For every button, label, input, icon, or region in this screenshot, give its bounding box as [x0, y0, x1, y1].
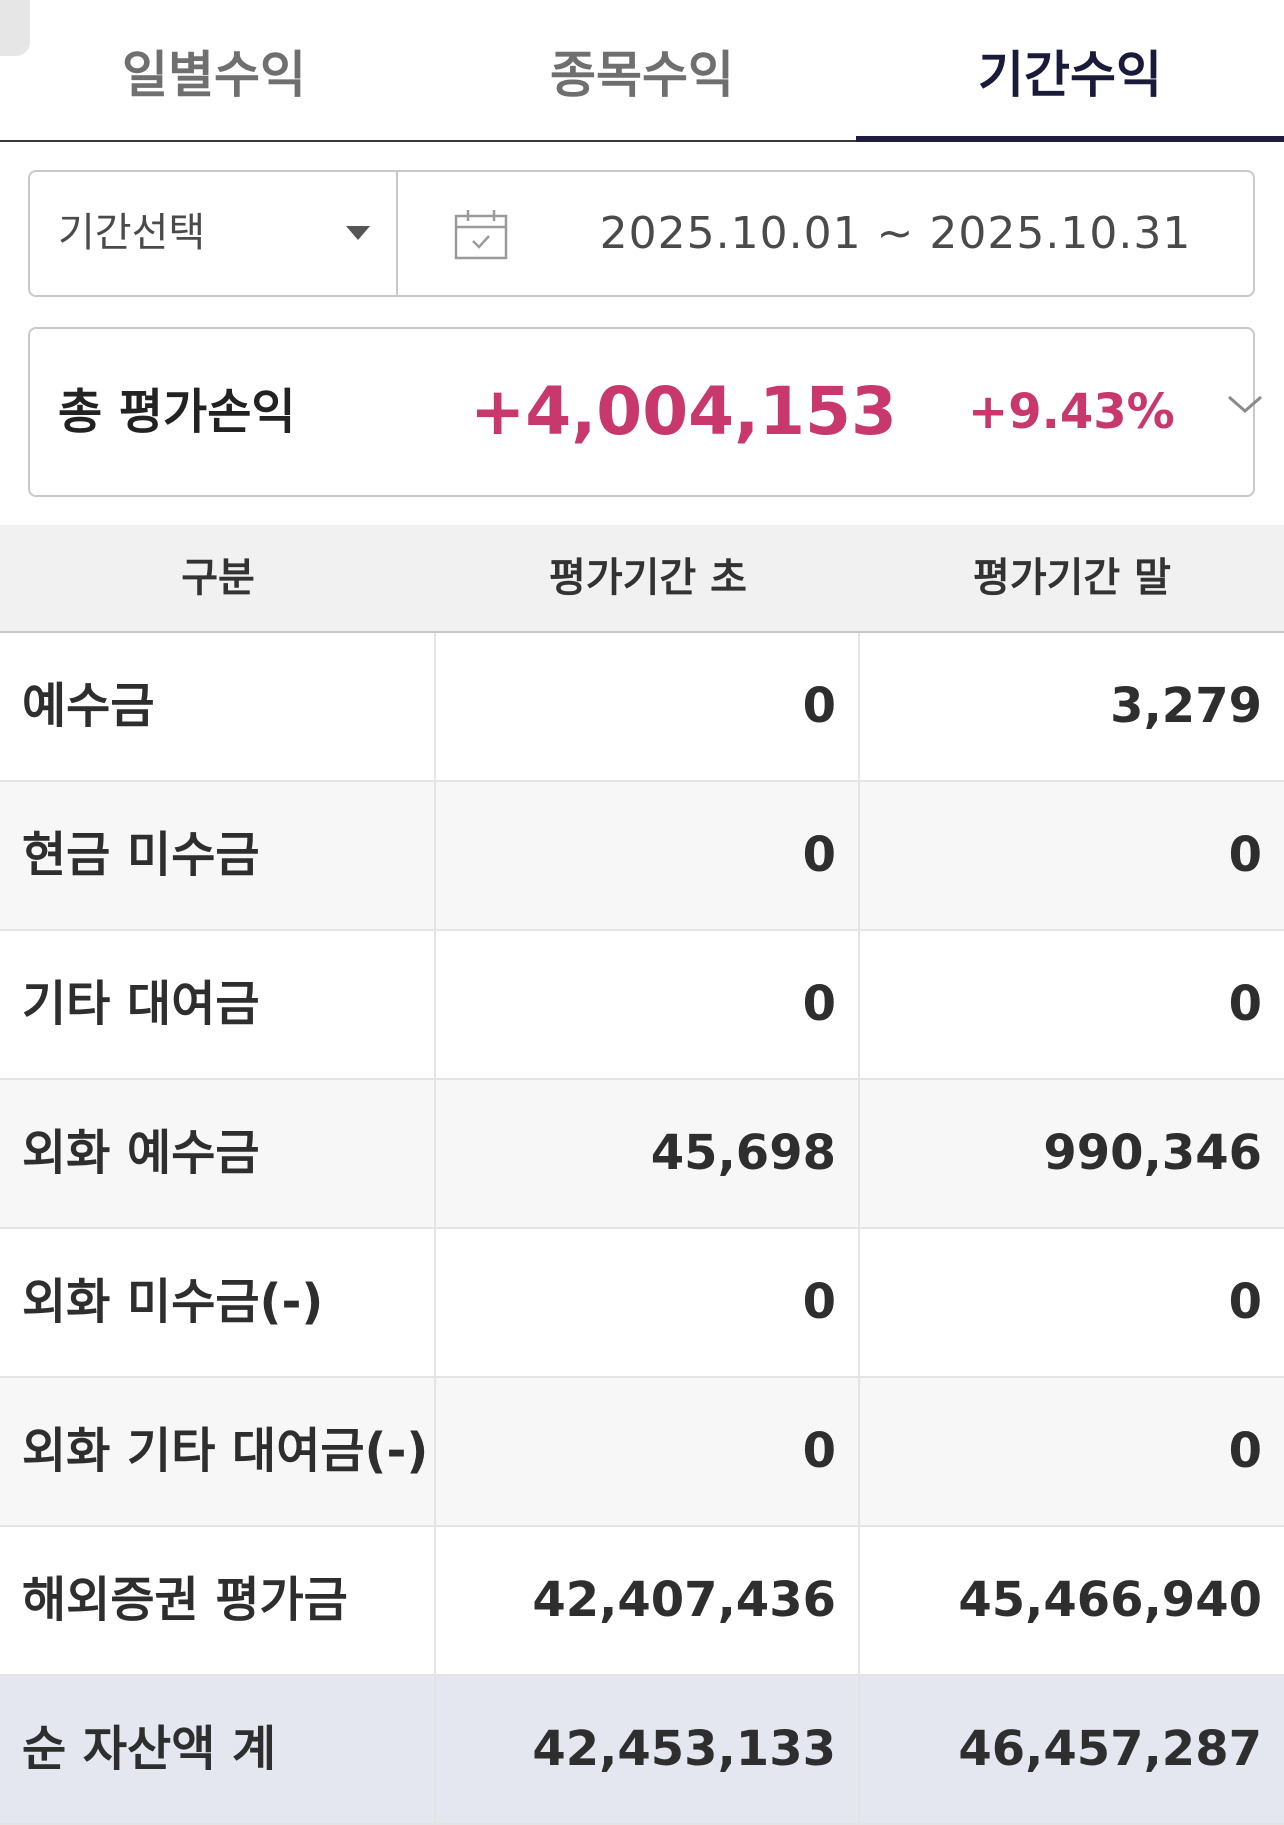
table-row: 예수금 0 3,279 — [0, 633, 1284, 782]
row-end-value: 0 — [1228, 1274, 1262, 1330]
row-start-value: 0 — [436, 782, 860, 929]
table-row-total: 순 자산액 계 42,453,133 46,457,287 — [0, 1676, 1284, 1825]
header-period-start: 평가기간 초 — [549, 555, 747, 601]
table-row: 해외증권 평가금 42,407,436 45,466,940 — [0, 1527, 1284, 1676]
date-range-text: 2025.10.01 ~ 2025.10.31 — [599, 208, 1192, 259]
row-label: 예수금 — [0, 633, 436, 780]
total-profit-percent: +9.43% — [968, 384, 1175, 440]
row-start-value: 45,698 — [436, 1080, 860, 1227]
row-start-value: 0 — [436, 931, 860, 1078]
row-start-value: 0 — [436, 1378, 860, 1525]
row-start-value: 0 — [436, 1229, 860, 1376]
row-end-value: 45,466,940 — [958, 1572, 1262, 1628]
row-end-value: 0 — [1228, 1423, 1262, 1479]
chevron-down-icon[interactable] — [1225, 389, 1265, 419]
tab-bar: 일별수익 종목수익 기간수익 — [0, 0, 1284, 142]
tab-daily-profit[interactable]: 일별수익 — [0, 0, 428, 142]
table-row: 외화 예수금 45,698 990,346 — [0, 1080, 1284, 1229]
total-profit-summary[interactable]: 총 평가손익 +4,004,153 +9.43% — [28, 327, 1262, 497]
row-label: 외화 미수금(-) — [0, 1229, 436, 1376]
row-end-value: 3,279 — [1110, 678, 1262, 734]
calendar-icon — [454, 210, 508, 260]
date-range-picker[interactable]: 2025.10.01 ~ 2025.10.31 — [398, 172, 1253, 295]
caret-down-icon — [346, 226, 370, 240]
row-end-value: 46,457,287 — [958, 1721, 1262, 1777]
row-end-value: 0 — [1228, 827, 1262, 883]
row-start-value: 0 — [436, 633, 860, 780]
period-select-dropdown[interactable]: 기간선택 — [30, 172, 398, 295]
row-label: 현금 미수금 — [0, 782, 436, 929]
table-row: 현금 미수금 0 0 — [0, 782, 1284, 931]
period-select-label: 기간선택 — [58, 210, 206, 256]
row-label: 해외증권 평가금 — [0, 1527, 436, 1674]
total-profit-title: 총 평가손익 — [58, 384, 296, 440]
row-end-value: 990,346 — [1043, 1125, 1262, 1181]
table-row: 기타 대여금 0 0 — [0, 931, 1284, 1080]
table-row: 외화 기타 대여금(-) 0 0 — [0, 1378, 1284, 1527]
total-profit-amount: +4,004,153 — [470, 373, 897, 450]
row-label: 기타 대여금 — [0, 931, 436, 1078]
tab-period-profit[interactable]: 기간수익 — [856, 0, 1284, 142]
active-tab-indicator — [856, 136, 1284, 142]
period-filter: 기간선택 2025.10.01 ~ 2025.10.31 — [28, 170, 1255, 297]
row-label: 순 자산액 계 — [0, 1676, 436, 1823]
row-start-value: 42,453,133 — [436, 1676, 860, 1823]
tab-stock-profit[interactable]: 종목수익 — [428, 0, 856, 142]
row-label: 외화 기타 대여금(-) — [0, 1378, 436, 1525]
row-end-value: 0 — [1228, 976, 1262, 1032]
table-row: 외화 미수금(-) 0 0 — [0, 1229, 1284, 1378]
header-period-end: 평가기간 말 — [973, 555, 1171, 601]
row-label: 외화 예수금 — [0, 1080, 436, 1227]
table-header: 구분 평가기간 초 평가기간 말 — [0, 525, 1284, 633]
header-category: 구분 — [181, 555, 255, 601]
row-start-value: 42,407,436 — [436, 1527, 860, 1674]
